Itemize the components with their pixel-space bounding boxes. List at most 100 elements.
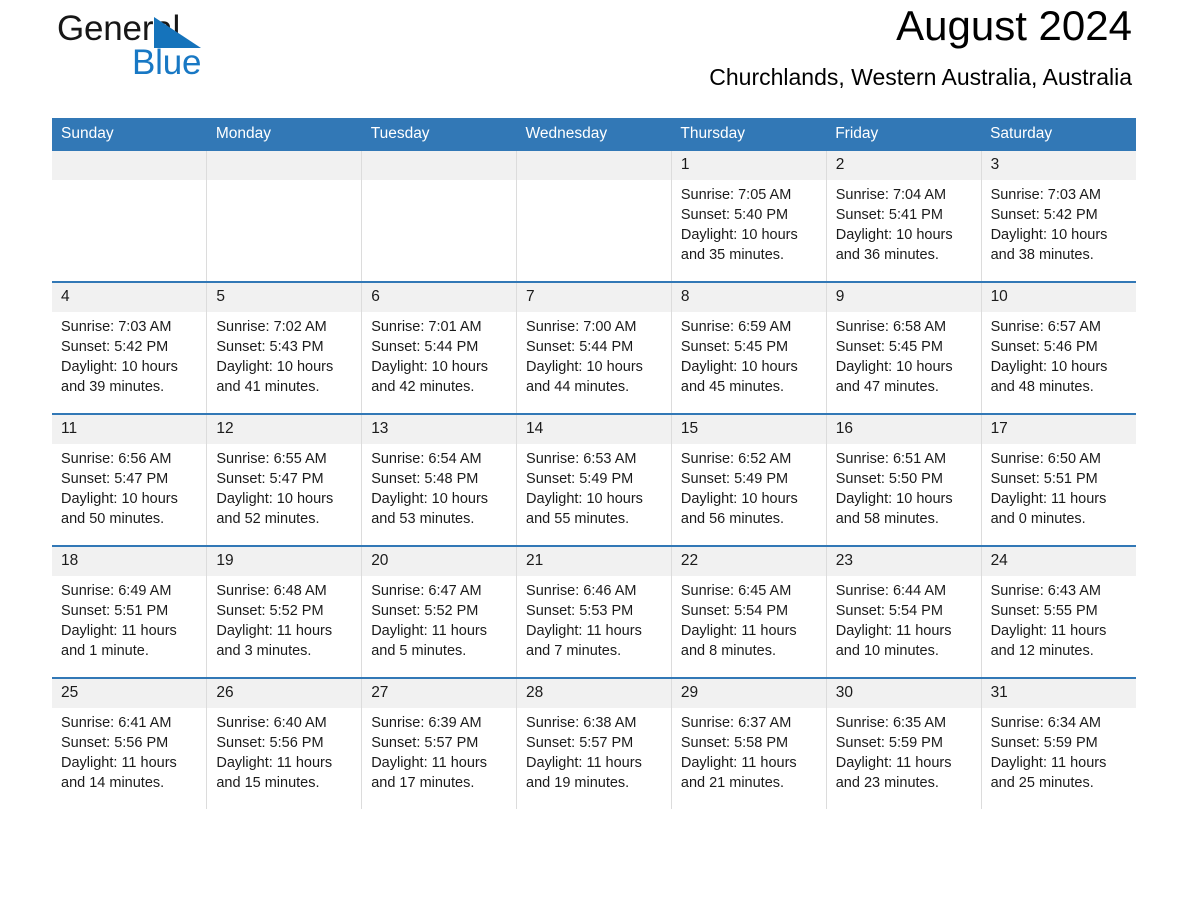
- week-daynumber-row: 18 19 20 21 22 23 24: [52, 545, 1136, 576]
- sunset-text: Sunset: 5:51 PM: [61, 603, 169, 619]
- sunrise-text: Sunrise: 6:54 AM: [371, 451, 482, 467]
- sunset-text: Sunset: 5:57 PM: [526, 735, 634, 751]
- day-cell: Sunrise: 6:56 AM Sunset: 5:47 PM Daylight:…: [52, 444, 207, 546]
- daylight-text: Daylight: 11 hours and 14 minutes.: [61, 755, 177, 791]
- location-subtitle: Churchlands, Western Australia, Australi…: [709, 64, 1132, 90]
- sunrise-text: Sunrise: 6:46 AM: [526, 583, 637, 599]
- day-number[interactable]: 3: [980, 151, 1136, 180]
- day-number[interactable]: 22: [670, 545, 827, 576]
- weekday-header-monday: Monday: [206, 118, 362, 151]
- sunset-text: Sunset: 5:51 PM: [990, 471, 1098, 487]
- day-number[interactable]: 31: [980, 677, 1136, 708]
- general-blue-logo[interactable]: General Blue: [57, 9, 257, 95]
- sunrise-text: Sunrise: 6:37 AM: [680, 715, 792, 731]
- day-number[interactable]: 5: [206, 281, 362, 312]
- week-detail-row: Sunrise: 7:05 AM Sunset: 5:40 PM Daylight:…: [52, 180, 1136, 282]
- daylight-text: Daylight: 10 hours and 56 minutes.: [680, 491, 798, 527]
- sunrise-text: Sunrise: 6:50 AM: [990, 451, 1101, 467]
- sunrise-text: Sunrise: 7:01 AM: [371, 319, 482, 335]
- daylight-text: Daylight: 11 hours and 1 minute.: [61, 623, 177, 659]
- day-number[interactable]: 28: [516, 677, 672, 708]
- sunset-text: Sunset: 5:52 PM: [371, 603, 479, 619]
- weekday-header-thursday: Thursday: [671, 118, 827, 151]
- day-number[interactable]: 15: [670, 413, 827, 444]
- day-cell-empty: [361, 180, 517, 282]
- daylight-text: Daylight: 10 hours and 36 minutes.: [835, 227, 953, 263]
- day-number[interactable]: 14: [516, 413, 672, 444]
- sunrise-text: Sunrise: 7:03 AM: [990, 187, 1101, 203]
- weekday-header-row: Sunday Monday Tuesday Wednesday Thursday…: [52, 118, 1136, 151]
- daylight-text: Daylight: 11 hours and 21 minutes.: [680, 755, 797, 791]
- day-number[interactable]: 24: [980, 545, 1136, 576]
- day-number[interactable]: 13: [361, 413, 517, 444]
- sunrise-text: Sunrise: 6:56 AM: [61, 451, 172, 467]
- daylight-text: Daylight: 11 hours and 25 minutes.: [990, 755, 1107, 791]
- day-cell: Sunrise: 6:48 AM Sunset: 5:52 PM Daylight:…: [206, 576, 362, 678]
- day-number[interactable]: 8: [670, 281, 827, 312]
- day-number[interactable]: 19: [206, 545, 362, 576]
- sunrise-text: Sunrise: 6:39 AM: [371, 715, 482, 731]
- day-cell: Sunrise: 6:58 AM Sunset: 5:45 PM Daylight:…: [825, 312, 982, 414]
- day-number[interactable]: 11: [52, 413, 207, 444]
- sunset-text: Sunset: 5:44 PM: [371, 339, 479, 355]
- day-number[interactable]: 2: [825, 151, 982, 180]
- weekday-header-saturday: Saturday: [981, 118, 1136, 151]
- sunrise-text: Sunrise: 6:38 AM: [526, 715, 637, 731]
- sunrise-text: Sunrise: 6:43 AM: [990, 583, 1101, 599]
- sunset-text: Sunset: 5:47 PM: [216, 471, 324, 487]
- day-number[interactable]: 1: [670, 151, 827, 180]
- day-number[interactable]: 30: [825, 677, 982, 708]
- weekday-header-wednesday: Wednesday: [516, 118, 672, 151]
- sunset-text: Sunset: 5:41 PM: [835, 207, 943, 223]
- day-number[interactable]: 25: [52, 677, 207, 708]
- sunrise-text: Sunrise: 6:57 AM: [990, 319, 1101, 335]
- day-cell: Sunrise: 6:54 AM Sunset: 5:48 PM Daylight:…: [361, 444, 517, 546]
- day-number[interactable]: 23: [825, 545, 982, 576]
- day-cell: Sunrise: 6:47 AM Sunset: 5:52 PM Daylight:…: [361, 576, 517, 678]
- day-number[interactable]: 29: [670, 677, 827, 708]
- sunset-text: Sunset: 5:48 PM: [371, 471, 479, 487]
- day-cell: Sunrise: 7:02 AM Sunset: 5:43 PM Daylight:…: [206, 312, 362, 414]
- day-number[interactable]: 12: [206, 413, 362, 444]
- day-number[interactable]: 7: [516, 281, 672, 312]
- sunrise-text: Sunrise: 7:00 AM: [526, 319, 637, 335]
- day-number[interactable]: 10: [980, 281, 1136, 312]
- sunrise-text: Sunrise: 6:55 AM: [216, 451, 327, 467]
- day-number[interactable]: 9: [825, 281, 982, 312]
- sunset-text: Sunset: 5:57 PM: [371, 735, 479, 751]
- day-cell: Sunrise: 6:53 AM Sunset: 5:49 PM Daylight:…: [516, 444, 672, 546]
- day-number[interactable]: 16: [825, 413, 982, 444]
- day-number[interactable]: 27: [361, 677, 517, 708]
- sunset-text: Sunset: 5:44 PM: [526, 339, 634, 355]
- sunset-text: Sunset: 5:49 PM: [526, 471, 634, 487]
- day-number-empty: [52, 151, 207, 180]
- sunrise-text: Sunrise: 6:41 AM: [61, 715, 172, 731]
- day-cell: Sunrise: 7:03 AM Sunset: 5:42 PM Daylight:…: [980, 180, 1136, 282]
- day-number[interactable]: 21: [516, 545, 672, 576]
- sunset-text: Sunset: 5:59 PM: [835, 735, 943, 751]
- day-number[interactable]: 20: [361, 545, 517, 576]
- sunrise-text: Sunrise: 6:48 AM: [216, 583, 327, 599]
- day-number[interactable]: 26: [206, 677, 362, 708]
- day-number[interactable]: 4: [52, 281, 207, 312]
- day-cell: Sunrise: 6:50 AM Sunset: 5:51 PM Daylight:…: [980, 444, 1136, 546]
- sunset-text: Sunset: 5:54 PM: [680, 603, 789, 619]
- sunset-text: Sunset: 5:49 PM: [680, 471, 789, 487]
- day-number[interactable]: 17: [980, 413, 1136, 444]
- sunrise-text: Sunrise: 7:02 AM: [216, 319, 327, 335]
- daylight-text: Daylight: 11 hours and 15 minutes.: [216, 755, 333, 791]
- week-daynumber-row: 25 26 27 28 29 30 31: [52, 677, 1136, 708]
- daylight-text: Daylight: 10 hours and 53 minutes.: [371, 491, 489, 527]
- day-number[interactable]: 18: [52, 545, 207, 576]
- daylight-text: Daylight: 10 hours and 52 minutes.: [216, 491, 334, 527]
- day-cell-empty: [516, 180, 672, 282]
- daylight-text: Daylight: 10 hours and 35 minutes.: [680, 227, 798, 263]
- sunrise-text: Sunrise: 6:35 AM: [835, 715, 947, 731]
- sunrise-text: Sunrise: 7:04 AM: [835, 187, 947, 203]
- daylight-text: Daylight: 10 hours and 39 minutes.: [61, 359, 178, 395]
- sunrise-text: Sunrise: 7:03 AM: [61, 319, 172, 335]
- day-cell: Sunrise: 6:55 AM Sunset: 5:47 PM Daylight:…: [206, 444, 362, 546]
- sunrise-text: Sunrise: 6:59 AM: [680, 319, 792, 335]
- week-detail-row: Sunrise: 6:56 AM Sunset: 5:47 PM Daylight:…: [52, 444, 1136, 546]
- day-number[interactable]: 6: [361, 281, 517, 312]
